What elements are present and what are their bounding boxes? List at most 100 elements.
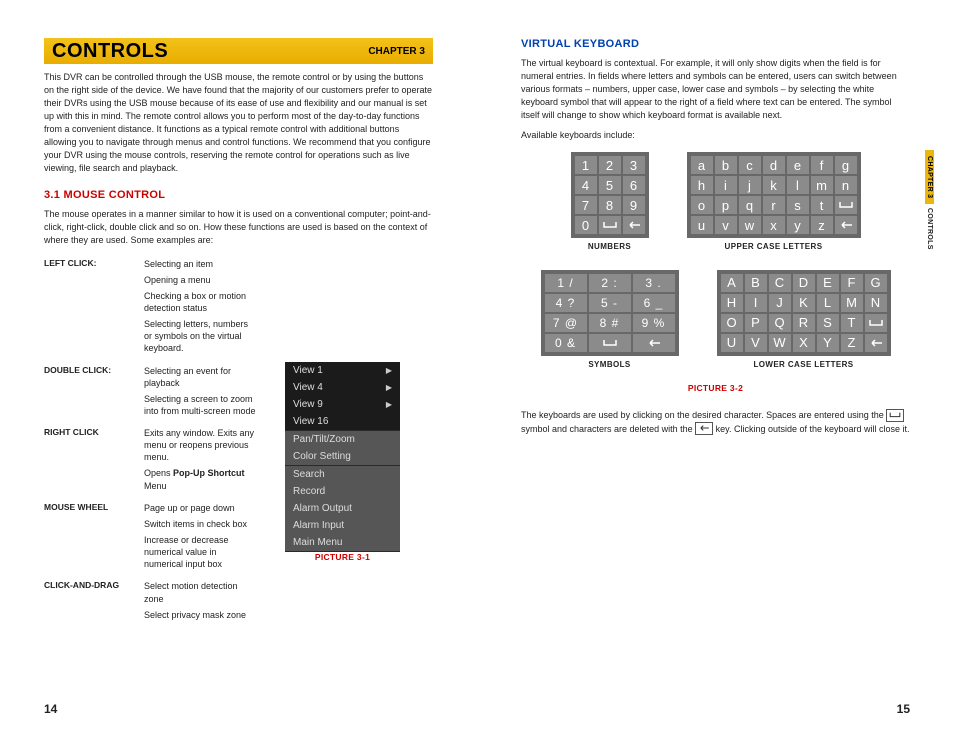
keyboard-key: D (793, 274, 815, 292)
mouse-action-label: LEFT CLICK: (44, 255, 144, 362)
page-number-left: 14 (44, 702, 57, 716)
backspace-key-icon (865, 334, 887, 352)
keyboard-upper-caption: UPPER CASE LETTERS (687, 242, 861, 252)
keyboard-key: H (721, 294, 743, 312)
mouse-action-desc: Selecting an event for playbackSelecting… (144, 362, 258, 425)
keyboard-key: 8 (599, 196, 621, 214)
keyboard-key: h (691, 176, 713, 194)
keyboard-key: 2 (599, 156, 621, 174)
keyboard-key: 0 (575, 216, 597, 234)
keyboard-key: e (787, 156, 809, 174)
table-row: MOUSE WHEELPage up or page downSwitch it… (44, 499, 258, 578)
keyboard-key: M (841, 294, 863, 312)
keyboard-key: L (817, 294, 839, 312)
keyboard-usage-2: symbol and characters are deleted with t… (521, 424, 695, 434)
backspace-key-icon (835, 216, 857, 234)
keyboard-key: 4 ? (545, 294, 587, 312)
keyboard-key: 4 (575, 176, 597, 194)
available-keyboards-lead: Available keyboards include: (521, 129, 910, 142)
list-item: Switch items in check box (144, 518, 258, 530)
keyboard-key: K (793, 294, 815, 312)
picture-3-2-caption: PICTURE 3-2 (521, 383, 910, 393)
mouse-action-desc: Selecting an itemOpening a menuChecking … (144, 255, 258, 362)
section-3-1-body: The mouse operates in a manner similar t… (44, 208, 433, 247)
keyboard-key: 2 : (589, 274, 631, 292)
table-row: RIGHT CLICKExits any window. Exits any m… (44, 424, 258, 499)
intro-paragraph: This DVR can be controlled through the U… (44, 71, 433, 175)
list-item: Checking a box or motion detection statu… (144, 290, 258, 314)
keyboard-symbols-caption: SYMBOLS (541, 360, 679, 370)
mouse-controls-table: LEFT CLICK:Selecting an itemOpening a me… (44, 255, 258, 628)
keyboard-key: 7 @ (545, 314, 587, 332)
keyboard-key: J (769, 294, 791, 312)
keyboard-key: 5 (599, 176, 621, 194)
popup-menu-figure: View 1▶View 4▶View 9▶View 16Pan/Tilt/Zoo… (285, 362, 400, 552)
keyboard-key: q (739, 196, 761, 214)
keyboard-key: d (763, 156, 785, 174)
popup-menu-label: View 1 (293, 365, 323, 376)
table-row: DOUBLE CLICK:Selecting an event for play… (44, 362, 258, 425)
mouse-action-label: CLICK-AND-DRAG (44, 577, 144, 627)
keyboard-key: T (841, 314, 863, 332)
submenu-arrow-icon: ▶ (386, 383, 392, 392)
keyboard-key: 9 % (633, 314, 675, 332)
keyboard-key: 1 (575, 156, 597, 174)
side-tab-section: CONTROLS (925, 204, 934, 254)
popup-menu-item: Search (285, 466, 400, 483)
popup-menu-item: Pan/Tilt/Zoom (285, 431, 400, 448)
popup-menu-item: View 1▶ (285, 362, 400, 379)
keyboard-key: r (763, 196, 785, 214)
popup-menu-label: Alarm Input (293, 520, 344, 531)
keyboard-key: E (817, 274, 839, 292)
mouse-action-desc: Page up or page downSwitch items in chec… (144, 499, 258, 578)
keyboard-key: j (739, 176, 761, 194)
keyboard-lower-caption: LOWER CASE LETTERS (717, 360, 891, 370)
space-key-icon (589, 334, 631, 352)
keyboard-key: m (811, 176, 833, 194)
keyboard-key: b (715, 156, 737, 174)
keyboard-key: 3 . (633, 274, 675, 292)
popup-menu-label: Record (293, 486, 325, 497)
keyboard-key: 6 _ (633, 294, 675, 312)
keyboard-numbers-caption: NUMBERS (571, 242, 649, 252)
page-number-right: 15 (897, 702, 910, 716)
keyboard-key: 7 (575, 196, 597, 214)
keyboard-key: Z (841, 334, 863, 352)
keyboard-key: C (769, 274, 791, 292)
space-key-icon (835, 196, 857, 214)
popup-menu-item: View 4 ▶ (285, 379, 400, 396)
keyboard-key: i (715, 176, 737, 194)
keyboard-numbers: 1234567890 NUMBERS (571, 152, 649, 252)
side-tab: CHAPTER 3 CONTROLS (925, 150, 940, 254)
popup-menu-item: Record (285, 483, 400, 500)
popup-menu-item: Alarm Output (285, 500, 400, 517)
keyboard-key: Y (817, 334, 839, 352)
backspace-key-icon (695, 422, 713, 435)
popup-menu-item: View 9▶ (285, 396, 400, 413)
side-tab-chapter: CHAPTER 3 (925, 150, 934, 204)
list-item: Select motion detection zone (144, 580, 258, 604)
keyboard-key: t (811, 196, 833, 214)
keyboard-key: R (793, 314, 815, 332)
keyboard-key: n (835, 176, 857, 194)
keyboard-key: F (841, 274, 863, 292)
mouse-action-label: DOUBLE CLICK: (44, 362, 144, 425)
popup-menu-label: Pan/Tilt/Zoom (293, 434, 355, 445)
keyboard-key: a (691, 156, 713, 174)
list-item: Select privacy mask zone (144, 609, 258, 621)
popup-menu-label: View 4 (293, 382, 323, 393)
keyboard-key: p (715, 196, 737, 214)
keyboard-key: g (835, 156, 857, 174)
keyboard-key: B (745, 274, 767, 292)
keyboard-upper: abcdefghijklmnopqrstuvwxyz UPPER CASE LE… (687, 152, 861, 252)
space-key-icon (886, 409, 904, 422)
mouse-action-label: RIGHT CLICK (44, 424, 144, 499)
keyboard-key: k (763, 176, 785, 194)
keyboard-key: V (745, 334, 767, 352)
list-item: Exits any window. Exits any menu or reop… (144, 427, 258, 463)
keyboard-key: y (787, 216, 809, 234)
keyboard-key: 0 & (545, 334, 587, 352)
keyboard-key: W (769, 334, 791, 352)
mouse-action-label: MOUSE WHEEL (44, 499, 144, 578)
page-14: CONTROLS CHAPTER 3 This DVR can be contr… (0, 0, 477, 738)
